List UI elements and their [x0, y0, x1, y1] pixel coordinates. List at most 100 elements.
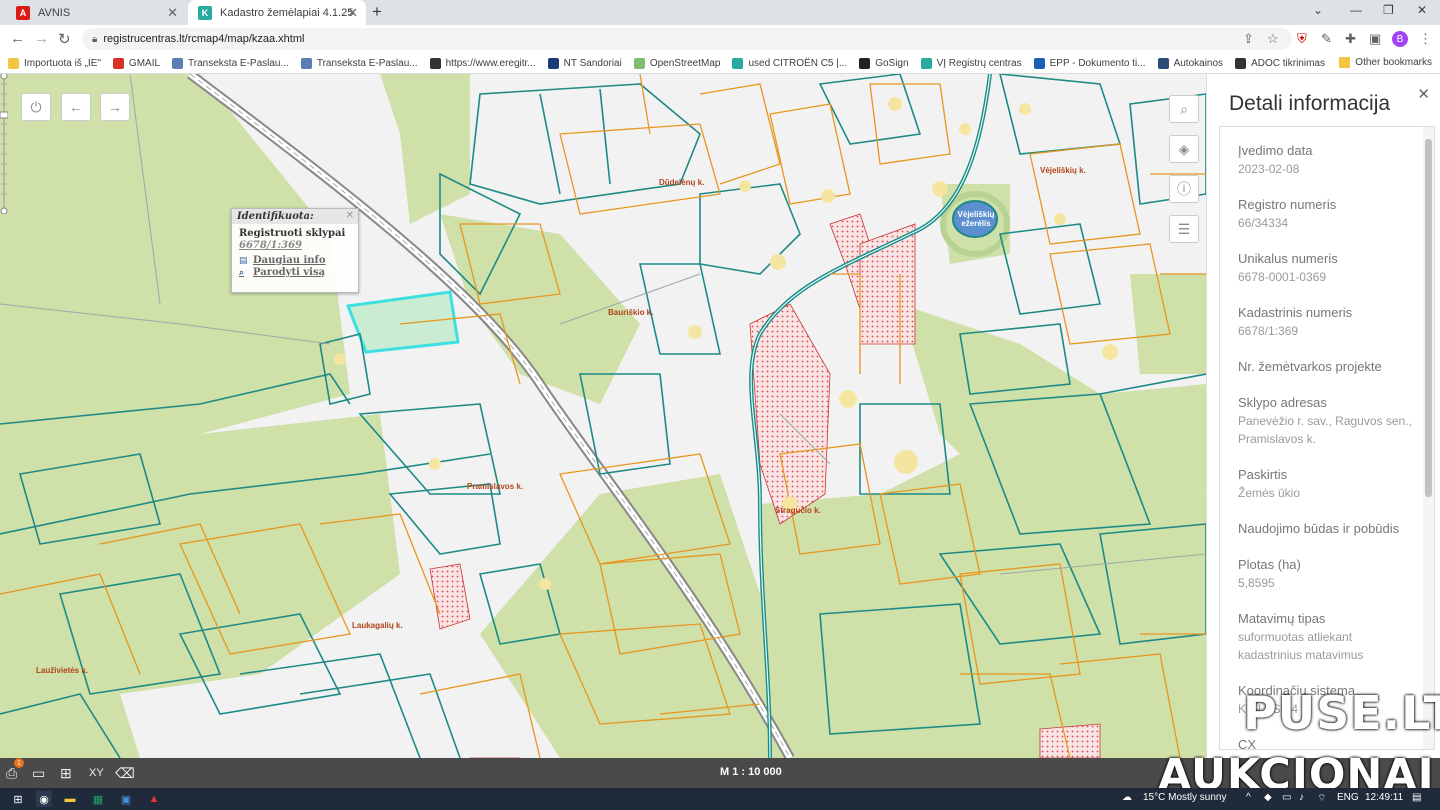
eraser-icon[interactable]: ⌫	[115, 765, 135, 782]
weather-text[interactable]: 15°C Mostly sunny	[1143, 792, 1226, 803]
sidebar-icon[interactable]: ▣	[1369, 31, 1381, 47]
popup-parcel-number[interactable]: 6678/1:369	[239, 240, 351, 251]
scrollbar[interactable]	[1423, 127, 1434, 749]
back-icon[interactable]: ←	[10, 30, 25, 47]
other-bookmarks[interactable]: Other bookmarks	[1339, 57, 1432, 68]
bookmark-item[interactable]: VĮ Registrų centras	[920, 57, 1022, 69]
bookmark-item[interactable]: used CITROËN C5 |...	[732, 57, 848, 69]
pdf-icon[interactable]: ▲	[146, 791, 162, 807]
coordinates-icon[interactable]: XY	[89, 767, 104, 779]
bookmark-item[interactable]: NT Sandoriai	[547, 57, 622, 69]
close-window-icon[interactable]: ✕	[1417, 3, 1427, 17]
green-areas	[0, 74, 1206, 758]
clock[interactable]: 12:49:11	[1365, 792, 1403, 803]
map-back-icon[interactable]: ←	[61, 93, 91, 121]
browser-toolbar: ← → ↻ 🔒︎ registrucentras.lt/rcmap4/map/k…	[0, 25, 1440, 53]
bookmark-label: Importuota iš „IE"	[24, 57, 101, 69]
close-tab-icon[interactable]: ✕	[167, 5, 178, 21]
zoom-slider[interactable]	[0, 74, 8, 214]
bookmark-icon	[429, 57, 441, 69]
detail-field: Kadastrinis numeris 6678/1:369	[1220, 304, 1434, 340]
forward-icon[interactable]: →	[34, 30, 49, 47]
power-icon[interactable]: ⏻	[21, 93, 51, 121]
map-search-icon[interactable]: ⌕	[1169, 95, 1199, 123]
show-all-link[interactable]: ⌕ Parodyti visą	[239, 267, 351, 278]
bookmark-item[interactable]: OpenStreetMap	[633, 57, 720, 69]
detail-field: Nr. žemėtvarkos projekte	[1220, 358, 1434, 376]
watermark-puse: PUSE.LT	[1243, 686, 1440, 740]
map-canvas[interactable]	[0, 74, 1206, 758]
popup-close-icon[interactable]: ✕	[346, 210, 354, 221]
bookmark-label: https://www.eregitr...	[445, 57, 536, 69]
close-tab-icon[interactable]: ✕	[347, 5, 358, 21]
info-icon[interactable]: ⓘ	[1169, 175, 1199, 203]
restore-icon[interactable]: ❐	[1383, 3, 1394, 17]
volume-icon[interactable]: ♪	[1299, 792, 1304, 803]
bookmark-star-icon[interactable]: ☆	[1267, 31, 1279, 47]
bookmark-item[interactable]: https://www.eregitr...	[429, 57, 536, 69]
windows-start-icon[interactable]: ⊞	[10, 791, 26, 807]
chrome-icon[interactable]: ◉	[36, 791, 52, 807]
wifi-icon[interactable]: ⌔	[1317, 792, 1326, 805]
detail-field: Sklypo adresas Panevėžio r. sav., Raguvos…	[1220, 394, 1434, 448]
panel-close-icon[interactable]: ✕	[1417, 85, 1430, 103]
bookmark-item[interactable]: Transeksta E-Paslau...	[300, 57, 418, 69]
weather-icon[interactable]: ☁	[1122, 792, 1132, 803]
field-value: 6678-0001-0369	[1238, 270, 1327, 284]
field-value: Žemės ūkio	[1238, 486, 1301, 500]
bookmark-label: GoSign	[875, 57, 909, 69]
extensions-puzzle-icon[interactable]: ✚	[1345, 31, 1356, 47]
tab-search-icon[interactable]: ⌄	[1313, 3, 1323, 17]
bookmark-label: used CITROËN C5 |...	[748, 57, 848, 69]
scrollbar-thumb[interactable]	[1425, 139, 1432, 497]
browser-tab-avnis[interactable]: A AVNIS ✕	[6, 0, 186, 25]
minimize-icon[interactable]: —	[1350, 3, 1362, 17]
bookmark-item[interactable]: Autokainos	[1157, 57, 1223, 69]
field-label: Registro numeris	[1238, 197, 1337, 212]
tab-strip: A AVNIS ✕ K Kadastro žemėlapiai 4.1.25 ✕…	[0, 0, 1440, 25]
notifications-icon[interactable]: ▤	[1412, 792, 1421, 803]
menu-icon[interactable]: ⋮	[1419, 31, 1432, 47]
new-tab-button[interactable]: +	[372, 2, 382, 22]
bookmark-item[interactable]: ADOC tikrinimas	[1235, 57, 1325, 69]
layers-icon[interactable]: ◈	[1169, 135, 1199, 163]
extension-shield-icon[interactable]: ⛨	[1297, 31, 1307, 47]
map-forward-icon[interactable]: →	[100, 93, 130, 121]
place-label: Pramislavos k.	[467, 482, 524, 491]
file-explorer-icon[interactable]: ▬	[62, 791, 78, 807]
place-label: Dūdelėnų k.	[659, 178, 705, 187]
bookmark-item[interactable]: GMAIL	[112, 57, 160, 69]
tray-chevron-icon[interactable]: ^	[1246, 792, 1251, 803]
bookmark-icon	[920, 57, 932, 69]
field-label: Kadastrinis numeris	[1238, 305, 1353, 320]
field-value: 2023-02-08	[1238, 162, 1300, 176]
bookmark-icon	[1157, 57, 1169, 69]
bookmark-item[interactable]: GoSign	[859, 57, 909, 69]
add-document-icon[interactable]: ⊞	[60, 765, 72, 782]
document-icon[interactable]: ☰	[1169, 215, 1199, 243]
extension-icon[interactable]: ✎	[1321, 31, 1332, 47]
detail-field: Registro numeris 66/34334	[1220, 196, 1434, 232]
bookmark-item[interactable]: Importuota iš „IE"	[8, 57, 101, 69]
app-icon[interactable]: ▣	[118, 791, 134, 807]
bookmark-item[interactable]: EPP - Dokumento ti...	[1033, 57, 1146, 69]
more-info-link[interactable]: ▤ Daugiau info	[239, 255, 351, 266]
detail-list[interactable]: Įvedimo data 2023-02-08 Registro numeris 66…	[1219, 126, 1435, 750]
language-indicator[interactable]: ENG	[1337, 792, 1359, 803]
browser-tab-kadastras[interactable]: K Kadastro žemėlapiai 4.1.25 ✕	[188, 0, 366, 25]
reload-icon[interactable]: ↻	[58, 30, 71, 48]
address-bar[interactable]: 🔒︎ registrucentras.lt/rcmap4/map/kzaa.xh…	[82, 28, 1292, 50]
bookmark-item[interactable]: Transeksta E-Paslau...	[172, 57, 289, 69]
cadastral-map[interactable]: ⏻ ← → ⌕ ◈ ⓘ ☰ Dūdelėnų k. Vėjeliškių k. …	[0, 74, 1206, 758]
print-icon[interactable]: ⎙	[6, 765, 17, 782]
excel-icon[interactable]: ▦	[90, 791, 106, 807]
bookmark-icon	[859, 57, 871, 69]
bookmark-icon	[633, 57, 645, 69]
field-label: Matavimų tipas	[1238, 611, 1326, 626]
tray-app-icon[interactable]: ◆	[1264, 792, 1272, 803]
tab-title: AVNIS	[38, 6, 71, 19]
network-icon[interactable]: ▭	[1282, 792, 1291, 803]
profile-avatar[interactable]: B	[1392, 31, 1408, 47]
ruler-icon[interactable]: ▭	[32, 765, 45, 782]
share-icon[interactable]: ⇪	[1243, 31, 1254, 47]
